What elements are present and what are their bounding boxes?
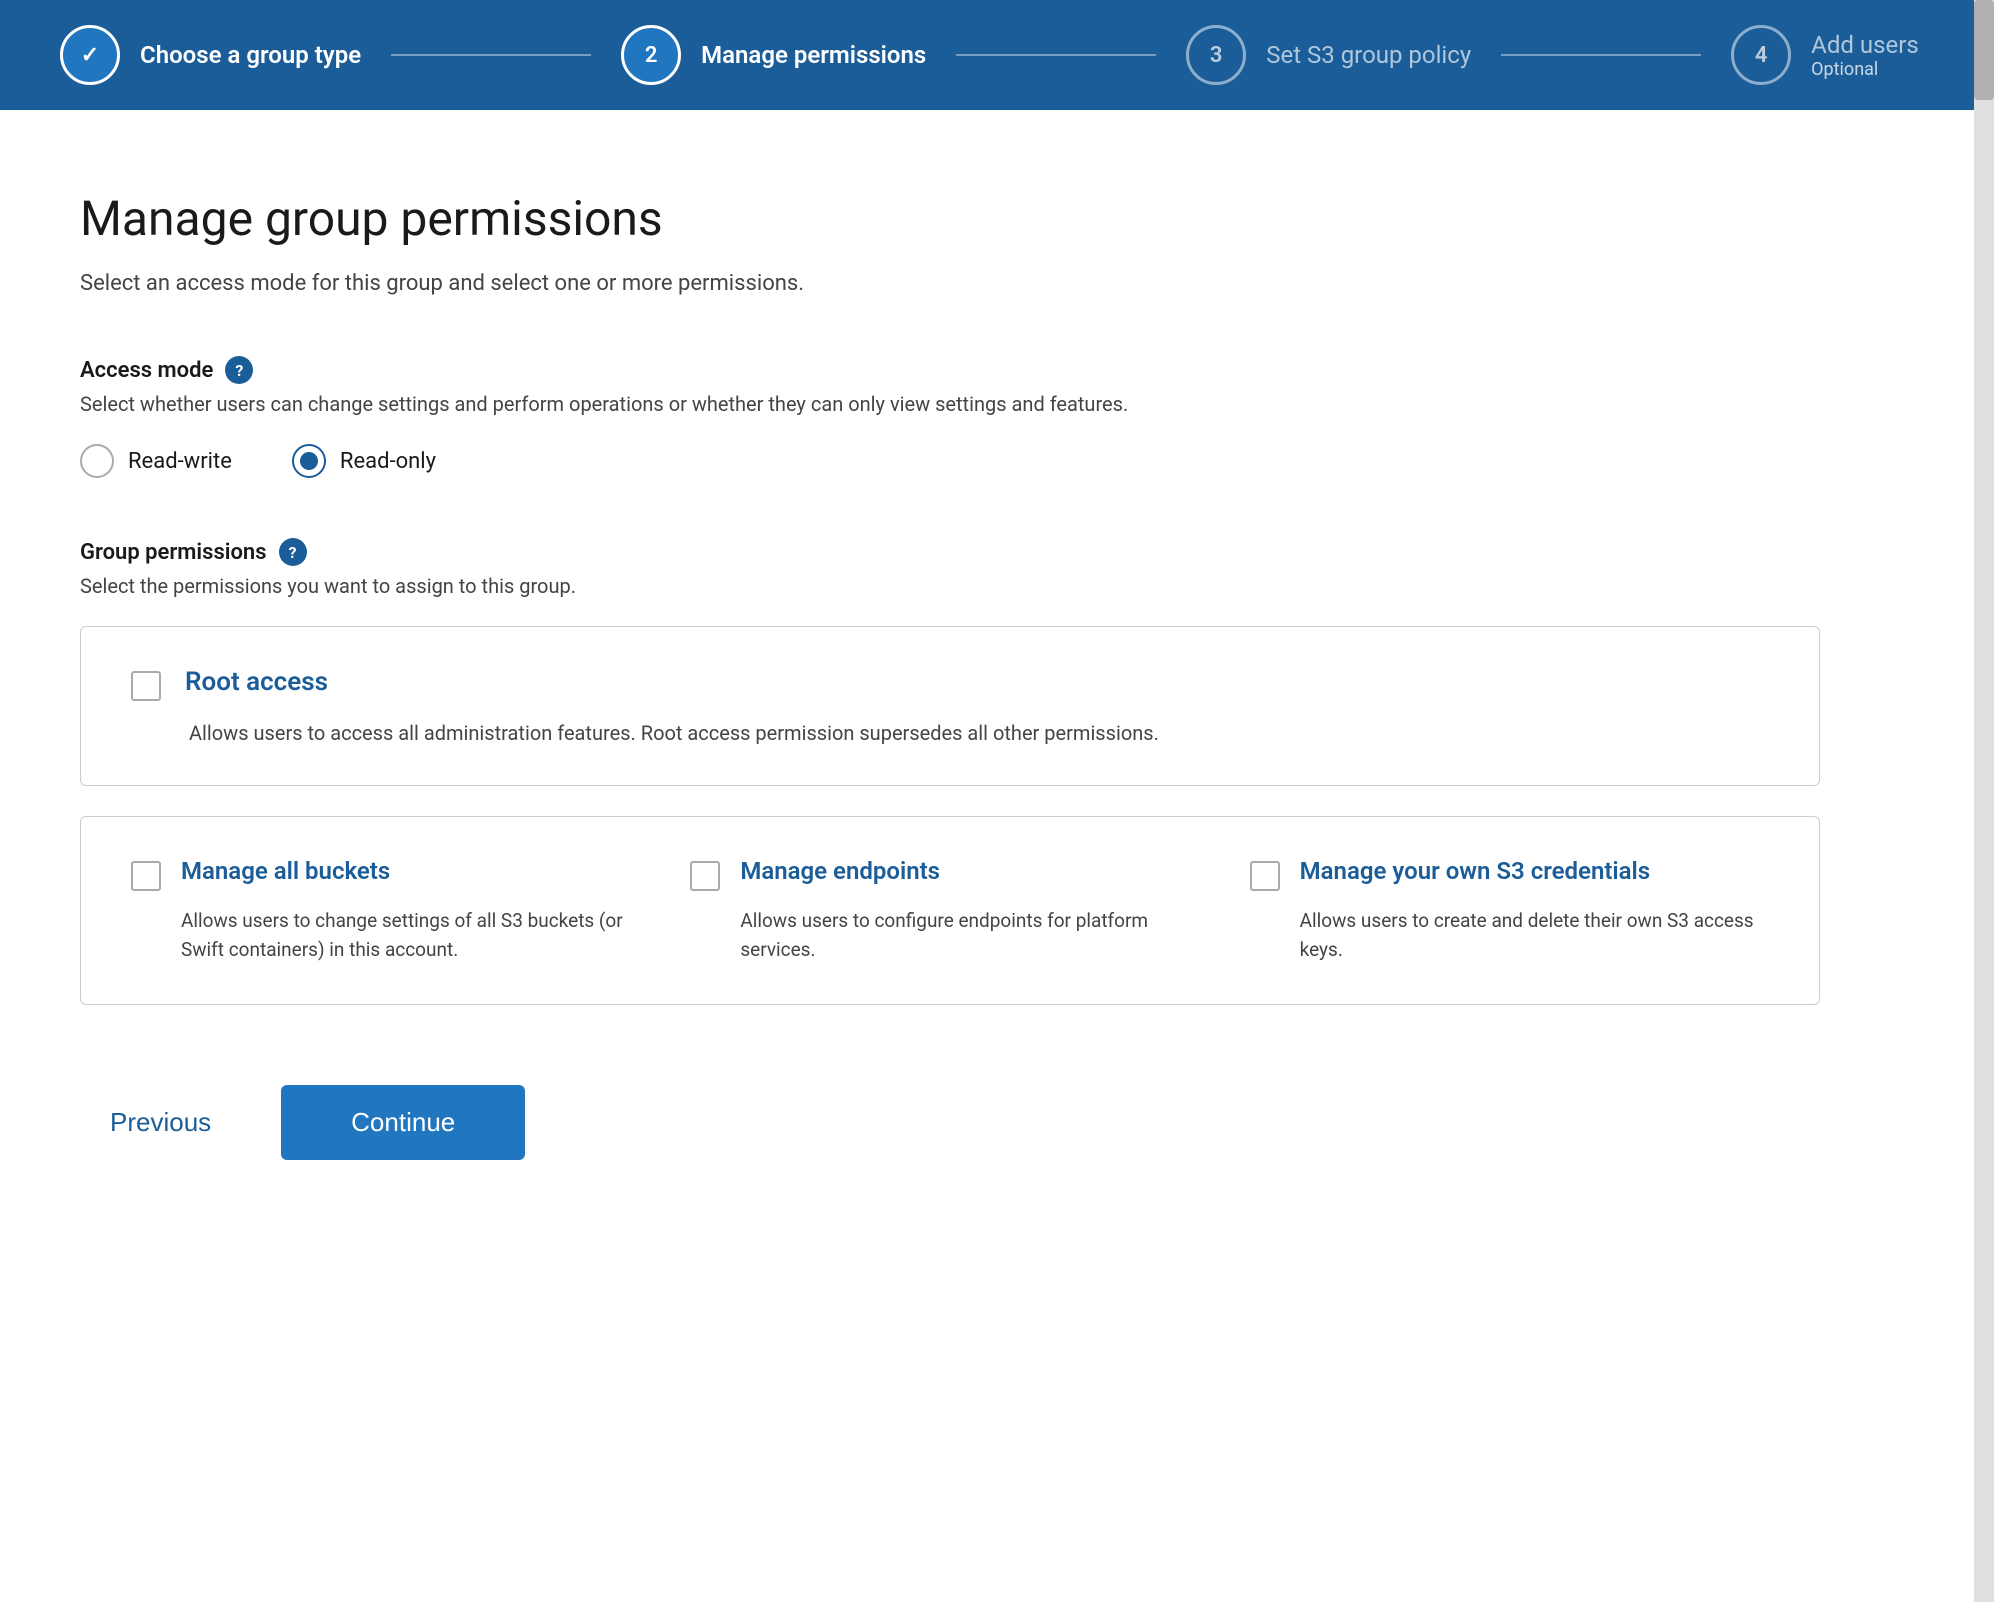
step-3-label: Set S3 group policy: [1266, 41, 1471, 69]
manage-all-buckets-header: Manage all buckets: [131, 857, 650, 891]
manage-all-buckets-col: Manage all buckets Allows users to chang…: [131, 857, 650, 964]
manage-s3-credentials-title[interactable]: Manage your own S3 credentials: [1300, 857, 1650, 885]
access-mode-radio-group: Read-write Read-only: [80, 444, 1820, 478]
step-4: 4 Add users Optional: [1731, 25, 1919, 85]
manage-endpoints-checkbox[interactable]: [690, 861, 720, 891]
manage-endpoints-header: Manage endpoints: [690, 857, 1209, 891]
step-2: 2 Manage permissions: [621, 25, 926, 85]
step-3-title: Set S3 group policy: [1266, 41, 1471, 69]
connector-2-3: [956, 54, 1156, 56]
access-mode-text: Access mode: [80, 358, 213, 383]
step-3-circle: 3: [1186, 25, 1246, 85]
group-permissions-label: Group permissions ?: [80, 538, 1820, 566]
radio-read-only-circle: [292, 444, 326, 478]
group-permissions-text: Group permissions: [80, 540, 267, 565]
manage-endpoints-col: Manage endpoints Allows users to configu…: [690, 857, 1209, 964]
previous-button[interactable]: Previous: [80, 1087, 241, 1158]
step-1: ✓ Choose a group type: [60, 25, 361, 85]
multi-permission-grid: Manage all buckets Allows users to chang…: [131, 857, 1769, 964]
step-1-label: Choose a group type: [140, 41, 361, 69]
manage-all-buckets-checkbox[interactable]: [131, 861, 161, 891]
group-permissions-description: Select the permissions you want to assig…: [80, 574, 1820, 598]
step-1-circle: ✓: [60, 25, 120, 85]
wizard-container: ✓ Choose a group type 2 Manage permissio…: [0, 0, 1994, 1602]
footer-buttons: Previous Continue: [80, 1065, 1820, 1160]
step-1-title: Choose a group type: [140, 41, 361, 69]
radio-read-write[interactable]: Read-write: [80, 444, 232, 478]
root-access-desc: Allows users to access all administratio…: [189, 721, 1769, 745]
multi-permission-box: Manage all buckets Allows users to chang…: [80, 816, 1820, 1005]
stepper-header: ✓ Choose a group type 2 Manage permissio…: [0, 0, 1994, 110]
access-mode-description: Select whether users can change settings…: [80, 392, 1820, 416]
radio-read-write-label: Read-write: [128, 449, 232, 474]
step-4-label: Add users Optional: [1811, 31, 1919, 80]
page-description: Select an access mode for this group and…: [80, 271, 1820, 296]
root-access-box: Root access Allows users to access all a…: [80, 626, 1820, 786]
manage-s3-credentials-col: Manage your own S3 credentials Allows us…: [1250, 857, 1769, 964]
manage-s3-credentials-desc: Allows users to create and delete their …: [1300, 907, 1769, 964]
page-title: Manage group permissions: [80, 190, 1820, 247]
connector-1-2: [391, 54, 591, 56]
manage-s3-credentials-checkbox[interactable]: [1250, 861, 1280, 891]
main-content: Manage group permissions Select an acces…: [0, 110, 1900, 1240]
access-mode-help-icon[interactable]: ?: [225, 356, 253, 384]
root-access-row: Root access: [131, 667, 1769, 701]
root-access-title[interactable]: Root access: [185, 667, 328, 697]
connector-3-4: [1501, 54, 1701, 56]
group-permissions-help-icon[interactable]: ?: [279, 538, 307, 566]
step-4-number: 4: [1755, 43, 1768, 68]
permissions-section: Group permissions ? Select the permissio…: [80, 538, 1820, 1005]
step-2-label: Manage permissions: [701, 41, 926, 69]
manage-endpoints-desc: Allows users to configure endpoints for …: [740, 907, 1209, 964]
manage-endpoints-title[interactable]: Manage endpoints: [740, 857, 940, 885]
step-3-number: 3: [1210, 43, 1223, 68]
manage-s3-credentials-header: Manage your own S3 credentials: [1250, 857, 1769, 891]
scrollbar[interactable]: [1974, 0, 1994, 1602]
step-2-number: 2: [645, 43, 658, 68]
continue-button[interactable]: Continue: [281, 1085, 525, 1160]
step-2-title: Manage permissions: [701, 41, 926, 69]
radio-read-only[interactable]: Read-only: [292, 444, 436, 478]
step-4-circle: 4: [1731, 25, 1791, 85]
radio-read-only-label: Read-only: [340, 449, 436, 474]
manage-all-buckets-title[interactable]: Manage all buckets: [181, 857, 390, 885]
manage-all-buckets-desc: Allows users to change settings of all S…: [181, 907, 650, 964]
radio-read-write-circle: [80, 444, 114, 478]
step-4-title: Add users: [1811, 31, 1919, 59]
step-2-circle: 2: [621, 25, 681, 85]
step-3: 3 Set S3 group policy: [1186, 25, 1471, 85]
access-mode-label: Access mode ?: [80, 356, 1820, 384]
scrollbar-thumb[interactable]: [1974, 0, 1994, 100]
step-4-subtitle: Optional: [1811, 59, 1919, 80]
root-access-checkbox[interactable]: [131, 671, 161, 701]
